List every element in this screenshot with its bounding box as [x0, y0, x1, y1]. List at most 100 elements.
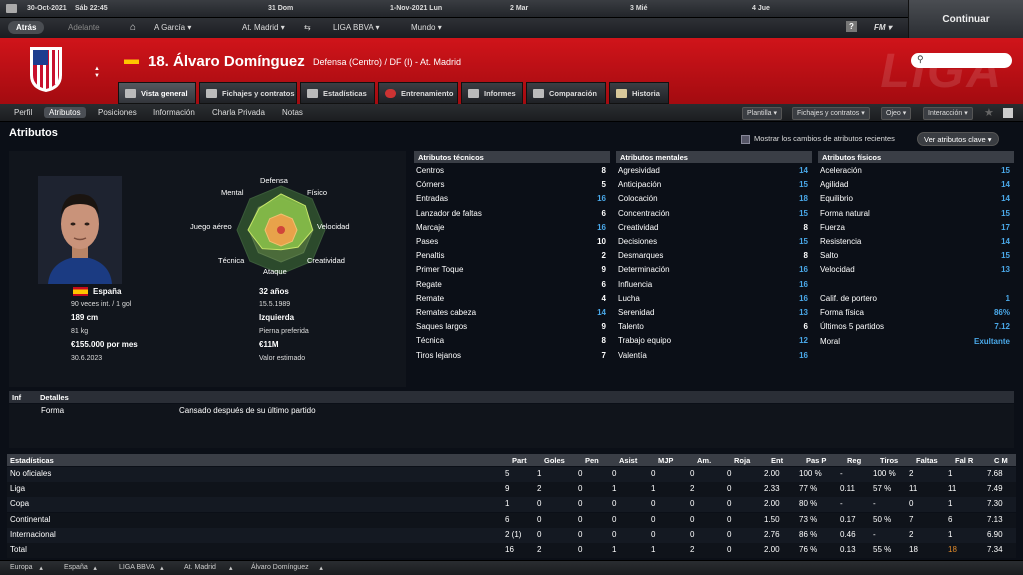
breadcrumb-item[interactable]: At. Madrid — [184, 564, 216, 571]
attribute-row[interactable]: Regate 6 — [414, 278, 610, 292]
attribute-row[interactable]: Últimos 5 partidos 7.12 — [818, 320, 1014, 334]
stats-row[interactable]: Continental 6 0 0 0 0 0 0 1.50 73 % 0.17 50 % 7 6 7.13 — [7, 512, 1016, 528]
tab-fichajes-contratos[interactable]: Fichajes y contratos — [199, 82, 297, 104]
fichajes-menu[interactable]: Fichajes y contratos ▾ — [792, 107, 870, 120]
calendar-day[interactable]: 3 Mié — [630, 5, 648, 12]
stats-column-header[interactable]: Goles — [544, 456, 565, 465]
calendar-day[interactable]: 1-Nov-2021 Lun — [390, 5, 442, 12]
attribute-row[interactable]: Tiros lejanos 7 — [414, 349, 610, 363]
attribute-row[interactable]: Saques largos 9 — [414, 320, 610, 334]
attribute-row[interactable]: Pases 10 — [414, 235, 610, 249]
home-icon[interactable]: ⌂ — [130, 22, 136, 33]
attribute-row[interactable]: Entradas 16 — [414, 192, 610, 206]
attribute-row[interactable]: Desmarques 8 — [616, 249, 812, 263]
attribute-row[interactable]: Centros 8 — [414, 164, 610, 178]
stats-column-header[interactable]: Asist — [619, 456, 637, 465]
attribute-row[interactable]: Determinación 16 — [616, 263, 812, 277]
manager-menu[interactable]: A García ▾ — [154, 23, 191, 32]
ojeo-menu[interactable]: Ojeo ▾ — [881, 107, 912, 120]
attribute-row[interactable]: Creatividad 8 — [616, 221, 812, 235]
key-attributes-dropdown[interactable]: Ver atributos clave ▾ — [917, 132, 999, 146]
attribute-row[interactable]: Remates cabeza 14 — [414, 306, 610, 320]
tab-comparacion[interactable]: Comparación — [526, 82, 606, 104]
attribute-row[interactable]: Valentía 16 — [616, 349, 812, 363]
attribute-row[interactable]: Penaltis 2 — [414, 249, 610, 263]
plantilla-menu[interactable]: Plantilla ▾ — [742, 107, 782, 120]
breadcrumb-arrow-icon[interactable]: ▴ — [160, 564, 164, 572]
attribute-row[interactable]: Remate 4 — [414, 292, 610, 306]
attribute-row[interactable]: Equilibrio 14 — [818, 192, 1014, 206]
subnav-atributos[interactable]: Atributos — [44, 107, 86, 118]
attribute-row[interactable]: Marcaje 16 — [414, 221, 610, 235]
attribute-row[interactable]: Forma física 86% — [818, 306, 1014, 320]
calendar-day[interactable]: 4 Jue — [752, 5, 770, 12]
attribute-row[interactable]: Primer Toque 9 — [414, 263, 610, 277]
attribute-row[interactable]: Lucha 16 — [616, 292, 812, 306]
attribute-row[interactable]: Decisiones 15 — [616, 235, 812, 249]
checkbox-box[interactable] — [741, 134, 750, 144]
stats-column-header[interactable]: Pen — [585, 456, 599, 465]
attribute-row[interactable]: Anticipación 15 — [616, 178, 812, 192]
swap-icon[interactable]: ⇆ — [304, 23, 311, 32]
calendar-day[interactable]: 31 Dom — [268, 5, 293, 12]
attribute-row[interactable]: Fuerza 17 — [818, 221, 1014, 235]
stats-row[interactable]: Copa 1 0 0 0 0 0 0 2.00 80 % - - 0 1 7.30 — [7, 497, 1016, 513]
subnav-informacion[interactable]: Información — [153, 108, 195, 117]
club-crest[interactable] — [28, 45, 64, 93]
show-changes-checkbox[interactable]: Mostrar los cambios de atributos recient… — [741, 134, 895, 144]
breadcrumb-item[interactable]: LIGA BBVA — [119, 564, 155, 571]
attribute-row[interactable]: Córners 5 — [414, 178, 610, 192]
breadcrumb-item[interactable]: Europa — [10, 564, 33, 571]
stats-column-header[interactable]: Tiros — [880, 456, 898, 465]
subnav-posiciones[interactable]: Posiciones — [98, 108, 137, 117]
notes-icon[interactable] — [1003, 108, 1013, 118]
breadcrumb-arrow-icon[interactable]: ▴ — [319, 564, 323, 572]
stats-row[interactable]: No oficiales 5 1 0 0 0 0 0 2.00 100 % - 100 % 2 1 7.68 — [7, 467, 1016, 482]
continue-button[interactable]: Continuar — [908, 0, 1023, 38]
attribute-row[interactable]: Agresividad 14 — [616, 164, 812, 178]
subnav-perfil[interactable]: Perfil — [14, 108, 32, 117]
stats-column-header[interactable]: Roja — [734, 456, 750, 465]
attribute-row[interactable]: Serenidad 13 — [616, 306, 812, 320]
attribute-row[interactable]: Velocidad 13 — [818, 263, 1014, 277]
back-button[interactable]: Atrás — [8, 21, 45, 34]
attribute-row[interactable]: Talento 6 — [616, 320, 812, 334]
stats-column-header[interactable]: Ent — [771, 456, 783, 465]
player-switcher[interactable]: ▲ ▼ — [94, 66, 100, 80]
attribute-row[interactable]: Lanzador de faltas 6 — [414, 207, 610, 221]
stats-column-header[interactable]: Pas P — [806, 456, 826, 465]
world-menu[interactable]: Mundo ▾ — [411, 23, 442, 32]
fm-menu[interactable]: FM ▾ — [874, 23, 892, 32]
star-icon[interactable]: ★ — [984, 106, 994, 119]
stats-column-header[interactable]: Fal R — [955, 456, 973, 465]
tab-vista-general[interactable]: Vista general — [118, 82, 196, 104]
subnav-charla-privada[interactable]: Charla Privada — [212, 108, 265, 117]
breadcrumb-arrow-icon[interactable]: ▴ — [93, 564, 97, 572]
stats-column-header[interactable]: Reg — [847, 456, 861, 465]
stats-column-header[interactable]: Part — [512, 456, 527, 465]
breadcrumb-item[interactable]: Álvaro Domínguez — [251, 564, 309, 571]
stats-column-header[interactable]: MJP — [658, 456, 673, 465]
calendar-day[interactable]: 2 Mar — [510, 5, 528, 12]
interaccion-menu[interactable]: Interacción ▾ — [923, 107, 973, 120]
attribute-row[interactable]: Técnica 8 — [414, 334, 610, 348]
stats-row[interactable]: Internacional 2 (1) 0 0 0 0 0 0 2.76 86 % 0.46 - 2 1 6… — [7, 527, 1016, 543]
attribute-row[interactable]: Resistencia 14 — [818, 235, 1014, 249]
stats-column-header[interactable]: Faltas — [916, 456, 938, 465]
calendar-icon[interactable] — [6, 4, 17, 13]
breadcrumb-item[interactable]: España — [64, 564, 88, 571]
tab-informes[interactable]: Informes — [461, 82, 523, 104]
attribute-row[interactable]: Influencia 16 — [616, 278, 812, 292]
search-input[interactable]: ⚲ — [911, 53, 1012, 68]
help-button[interactable]: ? — [846, 21, 857, 32]
tab-estadisticas[interactable]: Estadísticas — [300, 82, 375, 104]
stats-column-header[interactable]: C M — [994, 456, 1008, 465]
stats-column-header[interactable]: Am. — [697, 456, 711, 465]
attribute-row[interactable]: Forma natural 15 — [818, 207, 1014, 221]
league-menu[interactable]: LIGA BBVA ▾ — [333, 23, 380, 32]
attribute-row[interactable]: Concentración 15 — [616, 207, 812, 221]
attribute-row[interactable]: Agilidad 14 — [818, 178, 1014, 192]
nationality[interactable]: España — [93, 287, 121, 296]
tab-historia[interactable]: Historia — [609, 82, 669, 104]
breadcrumb-arrow-icon[interactable]: ▴ — [39, 564, 43, 572]
